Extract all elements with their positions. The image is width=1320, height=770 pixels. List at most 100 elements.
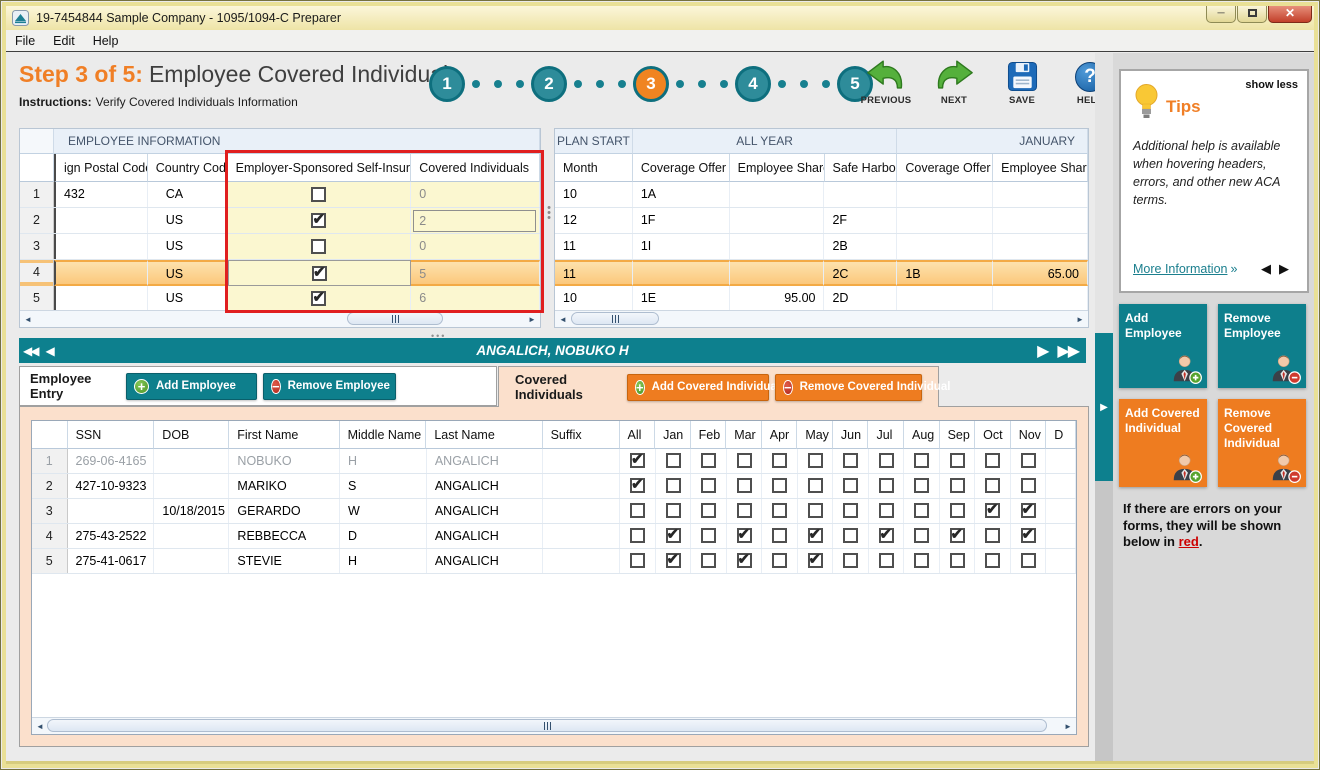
checkbox-checked[interactable]	[666, 528, 681, 543]
country-code-cell[interactable]: US	[148, 286, 228, 311]
plan-cell[interactable]	[730, 182, 825, 207]
step-circle-4[interactable]: 4	[735, 66, 771, 102]
postal-code-cell[interactable]: 432	[54, 182, 148, 207]
checkbox-cell[interactable]	[691, 524, 727, 548]
checkbox[interactable]	[843, 453, 858, 468]
plan-cell[interactable]	[824, 182, 897, 207]
checkbox[interactable]	[950, 553, 965, 568]
checkbox[interactable]	[914, 478, 929, 493]
checkbox[interactable]	[914, 503, 929, 518]
checkbox[interactable]	[843, 553, 858, 568]
checkbox[interactable]	[772, 553, 787, 568]
checkbox[interactable]	[843, 503, 858, 518]
covered-row-4[interactable]: 4275-43-2522REBBECCADANGALICH	[32, 524, 1076, 549]
show-less-link[interactable]: show less	[1245, 79, 1298, 91]
checkbox-cell[interactable]	[1011, 499, 1047, 523]
ssn-cell[interactable]: 269-06-4165	[68, 449, 155, 473]
dob-cell[interactable]	[154, 449, 229, 473]
checkbox-cell[interactable]	[833, 524, 869, 548]
add-covered-individual-button[interactable]: Add Covered Individual	[1119, 399, 1207, 487]
remove-covered-individual-button[interactable]: Remove Covered Individual	[1218, 399, 1306, 487]
dec-cell[interactable]	[1046, 474, 1076, 498]
checkbox[interactable]	[311, 187, 326, 202]
plan-cell[interactable]: 65.00	[993, 260, 1088, 286]
checkbox-cell[interactable]	[727, 549, 763, 573]
checkbox-cell[interactable]	[940, 524, 976, 548]
plan-cell[interactable]	[897, 234, 993, 259]
covered-row-5[interactable]: 5275-41-0617STEVIEHANGALICH	[32, 549, 1076, 574]
dob-cell[interactable]	[154, 549, 229, 573]
checkbox-cell[interactable]	[691, 499, 727, 523]
last-name-cell[interactable]: ANGALICH	[427, 474, 543, 498]
plan-row-1[interactable]: 101A	[555, 182, 1088, 208]
checkbox[interactable]	[666, 503, 681, 518]
checkbox[interactable]	[879, 453, 894, 468]
employee-row-2[interactable]: 2US2	[20, 208, 540, 234]
checkbox-checked[interactable]	[311, 213, 326, 228]
checkbox-cell[interactable]	[940, 549, 976, 573]
plan-cell[interactable]	[993, 182, 1088, 207]
checkbox-checked[interactable]	[1021, 503, 1036, 518]
last-name-cell[interactable]: ANGALICH	[427, 449, 543, 473]
checkbox-cell[interactable]	[620, 474, 656, 498]
checkbox[interactable]	[950, 453, 965, 468]
checkbox-cell[interactable]	[798, 524, 834, 548]
checkbox[interactable]	[630, 553, 645, 568]
checkbox-checked[interactable]	[311, 291, 326, 306]
checkbox-cell[interactable]	[869, 524, 905, 548]
suffix-cell[interactable]	[543, 549, 620, 573]
checkbox[interactable]	[1021, 553, 1036, 568]
checkbox-cell[interactable]	[940, 449, 976, 473]
checkbox-cell[interactable]	[975, 449, 1011, 473]
menu-file[interactable]: File	[6, 31, 44, 51]
checkbox[interactable]	[701, 453, 716, 468]
collapse-panel-handle[interactable]: ▶	[1095, 333, 1113, 481]
checkbox-cell[interactable]	[798, 449, 834, 473]
checkbox[interactable]	[630, 503, 645, 518]
postal-code-cell[interactable]	[54, 286, 148, 311]
checkbox-cell[interactable]	[940, 499, 976, 523]
checkbox-cell[interactable]	[869, 449, 905, 473]
scroll-left-icon[interactable]: ◄	[34, 720, 46, 732]
checkbox-checked[interactable]	[950, 528, 965, 543]
checkbox[interactable]	[914, 453, 929, 468]
middle-name-cell[interactable]: H	[340, 449, 427, 473]
country-code-cell[interactable]: US	[148, 234, 228, 259]
scroll-left-icon[interactable]: ◄	[22, 313, 34, 325]
next-record-icon[interactable]: ▶	[1037, 341, 1049, 361]
checkbox-checked[interactable]	[808, 528, 823, 543]
dec-cell[interactable]	[1046, 499, 1076, 523]
dec-cell[interactable]	[1046, 549, 1076, 573]
checkbox-cell[interactable]	[691, 449, 727, 473]
add-employee-button[interactable]: Add Employee	[1119, 304, 1207, 388]
remove-employee-button[interactable]: − Remove Employee	[263, 373, 396, 400]
checkbox[interactable]	[985, 453, 1000, 468]
checkbox[interactable]	[879, 553, 894, 568]
checkbox-cell[interactable]	[798, 499, 834, 523]
plan-cell[interactable]	[897, 182, 993, 207]
more-information-link[interactable]: More Information	[1133, 262, 1227, 276]
plan-cell[interactable]: 10	[555, 182, 633, 207]
checkbox[interactable]	[808, 453, 823, 468]
menu-edit[interactable]: Edit	[44, 31, 84, 51]
checkbox[interactable]	[772, 528, 787, 543]
self-insured-checkbox-cell[interactable]	[228, 234, 412, 259]
minimize-button[interactable]: ─	[1206, 4, 1236, 23]
checkbox[interactable]	[950, 478, 965, 493]
postal-code-cell[interactable]	[54, 234, 148, 259]
checkbox[interactable]	[914, 553, 929, 568]
dob-cell[interactable]	[154, 524, 229, 548]
last-name-cell[interactable]: ANGALICH	[427, 524, 543, 548]
last-record-icon[interactable]: ▶▶	[1057, 341, 1078, 361]
checkbox-cell[interactable]	[1011, 474, 1047, 498]
checkbox-cell[interactable]	[620, 449, 656, 473]
dob-cell[interactable]: 10/18/2015	[154, 499, 229, 523]
checkbox-cell[interactable]	[940, 474, 976, 498]
plan-cell[interactable]: 1F	[633, 208, 730, 233]
ssn-cell[interactable]: 275-41-0617	[68, 549, 155, 573]
checkbox-cell[interactable]	[762, 449, 798, 473]
checkbox-cell[interactable]	[727, 474, 763, 498]
plan-cell[interactable]	[730, 260, 825, 286]
checkbox[interactable]	[737, 503, 752, 518]
self-insured-checkbox-cell[interactable]	[228, 182, 412, 207]
